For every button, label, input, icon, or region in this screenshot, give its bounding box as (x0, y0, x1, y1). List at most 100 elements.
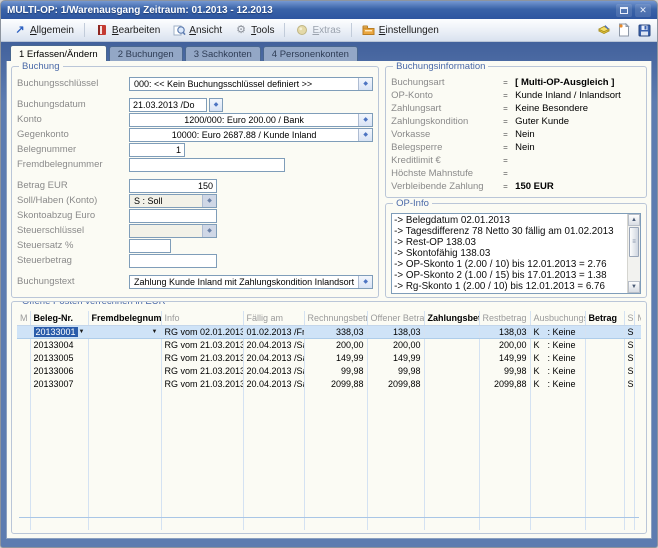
betrag-input[interactable] (129, 179, 217, 193)
restore-button[interactable] (616, 4, 632, 17)
sollhaben-combo[interactable]: S : Soll ◆ (129, 194, 217, 208)
cell-zahlung[interactable] (424, 325, 479, 338)
diamond-icon: ◆ (363, 116, 368, 123)
equals-sign: = (503, 156, 515, 165)
date-combo-button[interactable]: ◆ (209, 98, 223, 112)
menu-einstellungen[interactable]: Einstellungen (356, 22, 445, 39)
col-header-info[interactable]: Info (161, 311, 243, 325)
empty-cell (530, 390, 585, 530)
cell-offen: 138,03 (367, 325, 424, 338)
table-row[interactable]: 20133006 RG vom 21.03.2013 20.04.2013 /S… (17, 364, 641, 377)
op-info-line: -> OP-Skonto 2 (1.00 / 15) bis 17.01.201… (394, 270, 625, 281)
col-header-restbetrag[interactable]: Restbetrag (479, 311, 530, 325)
cell-rechnung: 99,98 (304, 364, 367, 377)
col-header-m[interactable]: M (17, 311, 30, 325)
notebook-icon (95, 24, 109, 37)
tab-buchungen[interactable]: 2 Buchungen (109, 46, 183, 61)
cell-zahlung[interactable] (424, 377, 479, 390)
steuerbetrag-input[interactable] (129, 254, 217, 268)
col-header-rechnungsbetrag[interactable]: Rechnungsbetrag (304, 311, 367, 325)
new-document-icon[interactable] (617, 24, 631, 37)
dropdown-arrow-icon[interactable]: ▼ (152, 329, 158, 335)
cell-betrag (585, 364, 624, 377)
col-header-beleg-nr[interactable]: Beleg-Nr. (30, 311, 88, 325)
konto-combo[interactable]: 1200/000: Euro 200.00 / Bank ◆ (129, 113, 373, 127)
buchungsdatum-input[interactable] (129, 98, 207, 112)
op-info-line: -> Tagesdifferenz 78 Netto 30 fällig am … (394, 226, 625, 237)
col-header-s[interactable]: S (624, 311, 634, 325)
field-label: Buchungsschlüssel (17, 78, 129, 89)
table-row[interactable]: 20133007 RG vom 21.03.2013 20.04.2013 /S… (17, 377, 641, 390)
combo-button[interactable]: ◆ (358, 78, 372, 90)
steuerschluessel-combo[interactable]: ◆ (129, 224, 217, 238)
buchung-group-title: Buchung (19, 61, 63, 72)
cell-zahlung[interactable] (424, 364, 479, 377)
post-booking-icon[interactable] (597, 24, 611, 37)
buchungsschluessel-combo[interactable]: 000: << Kein Buchungsschlüssel definiert… (129, 77, 373, 91)
col-header-m2[interactable]: M (634, 311, 641, 325)
empty-cell (479, 390, 530, 530)
combo-button[interactable]: ◆ (358, 129, 372, 141)
cell-ausbuchung: K: Keine (530, 338, 585, 351)
menu-bearbeiten[interactable]: Bearbeiten (89, 22, 166, 39)
scroll-up-button[interactable]: ▲ (628, 214, 640, 226)
table-row-selected[interactable]: 20133001▼ ▼ RG vom 02.01.2013 01.02.2013… (17, 325, 641, 338)
info-value: Nein (515, 129, 535, 140)
scrollbar-thumb[interactable]: ≡ (629, 227, 639, 257)
ausbuchung-code: K (534, 327, 548, 337)
buchungstext-combo[interactable]: Zahlung Kunde Inland mit Zahlungskonditi… (129, 275, 373, 289)
buchung-group: Buchung Buchungsschlüssel 000: << Kein B… (11, 66, 379, 298)
table-row[interactable]: 20133005 RG vom 21.03.2013 20.04.2013 /S… (17, 351, 641, 364)
col-header-zahlungsbetrag[interactable]: Zahlungsbetrag (424, 311, 479, 325)
cell-faellig: 20.04.2013 /Sa (243, 364, 304, 377)
close-button[interactable]: ✕ (635, 4, 651, 17)
cell-faellig: 01.02.2013 /Fr (243, 325, 304, 338)
dropdown-arrow-icon[interactable]: ▼ (79, 329, 85, 335)
cell-info: RG vom 02.01.2013 (161, 325, 243, 338)
cell-betrag (585, 338, 624, 351)
field-label: Fremdbelegnummer (17, 159, 129, 170)
cell-zahlung[interactable] (424, 338, 479, 351)
ausbuchung-text: : Keine (548, 366, 576, 376)
menu-allgemein-label: Allgemein (30, 25, 74, 36)
cell-zahlung[interactable] (424, 351, 479, 364)
save-icon[interactable] (637, 24, 651, 37)
cell-s: S (624, 351, 634, 364)
belegnummer-input[interactable] (129, 143, 185, 157)
cell-info: RG vom 21.03.2013 (161, 377, 243, 390)
op-info-scrollbar[interactable]: ▲ ≡ ▼ (627, 214, 640, 293)
info-value: [ Multi-OP-Ausgleich ] (515, 77, 614, 88)
info-label: Zahlungskondition (391, 116, 503, 127)
tab-erfassen-aendern[interactable]: 1 Erfassen/Ändern (10, 45, 107, 61)
col-header-betrag[interactable]: Betrag (585, 311, 624, 325)
equals-sign: = (503, 130, 515, 139)
combo-button[interactable]: ◆ (358, 114, 372, 126)
combo-button[interactable]: ◆ (202, 225, 216, 237)
scroll-down-button[interactable]: ▼ (628, 281, 640, 293)
combo-button[interactable]: ◆ (358, 276, 372, 288)
col-header-faellig-am[interactable]: Fällig am (243, 311, 304, 325)
scrollbar-track[interactable] (628, 258, 640, 281)
col-header-ausbuchungsart[interactable]: Ausbuchungsart (530, 311, 585, 325)
menu-tools[interactable]: ⚙ Tools (228, 22, 280, 39)
menu-ansicht[interactable]: Ansicht (166, 22, 228, 39)
steuersatz-input[interactable] (129, 239, 171, 253)
table-row[interactable]: 20133004 RG vom 21.03.2013 20.04.2013 /S… (17, 338, 641, 351)
form-row: Belegnummer (17, 142, 373, 157)
cell-s: S (624, 364, 634, 377)
equals-sign: = (503, 143, 515, 152)
op-info-group: OP-Info -> Belegdatum 02.01.2013 -> Tage… (385, 203, 647, 298)
col-header-offener-betrag[interactable]: Offener Betrag (367, 311, 424, 325)
col-header-fremdbelegnummer[interactable]: Fremdbelegnummer (88, 311, 161, 325)
tab-sachkonten[interactable]: 3 Sachkonten (185, 46, 261, 61)
tab-personenkonten[interactable]: 4 Personenkonten (263, 46, 358, 61)
gegenkonto-combo[interactable]: 10000: Euro 2687.88 / Kunde Inland ◆ (129, 128, 373, 142)
empty-cell (585, 390, 624, 530)
fremdbelegnummer-input[interactable] (129, 158, 285, 172)
combo-button[interactable]: ◆ (202, 195, 216, 207)
scroll-down-icon: ▼ (631, 284, 637, 290)
menu-allgemein[interactable]: ↗ Allgemein (7, 22, 80, 39)
empty-cell (367, 390, 424, 530)
skontoabzug-input[interactable] (129, 209, 217, 223)
cell-ausbuchung: K: Keine (530, 377, 585, 390)
